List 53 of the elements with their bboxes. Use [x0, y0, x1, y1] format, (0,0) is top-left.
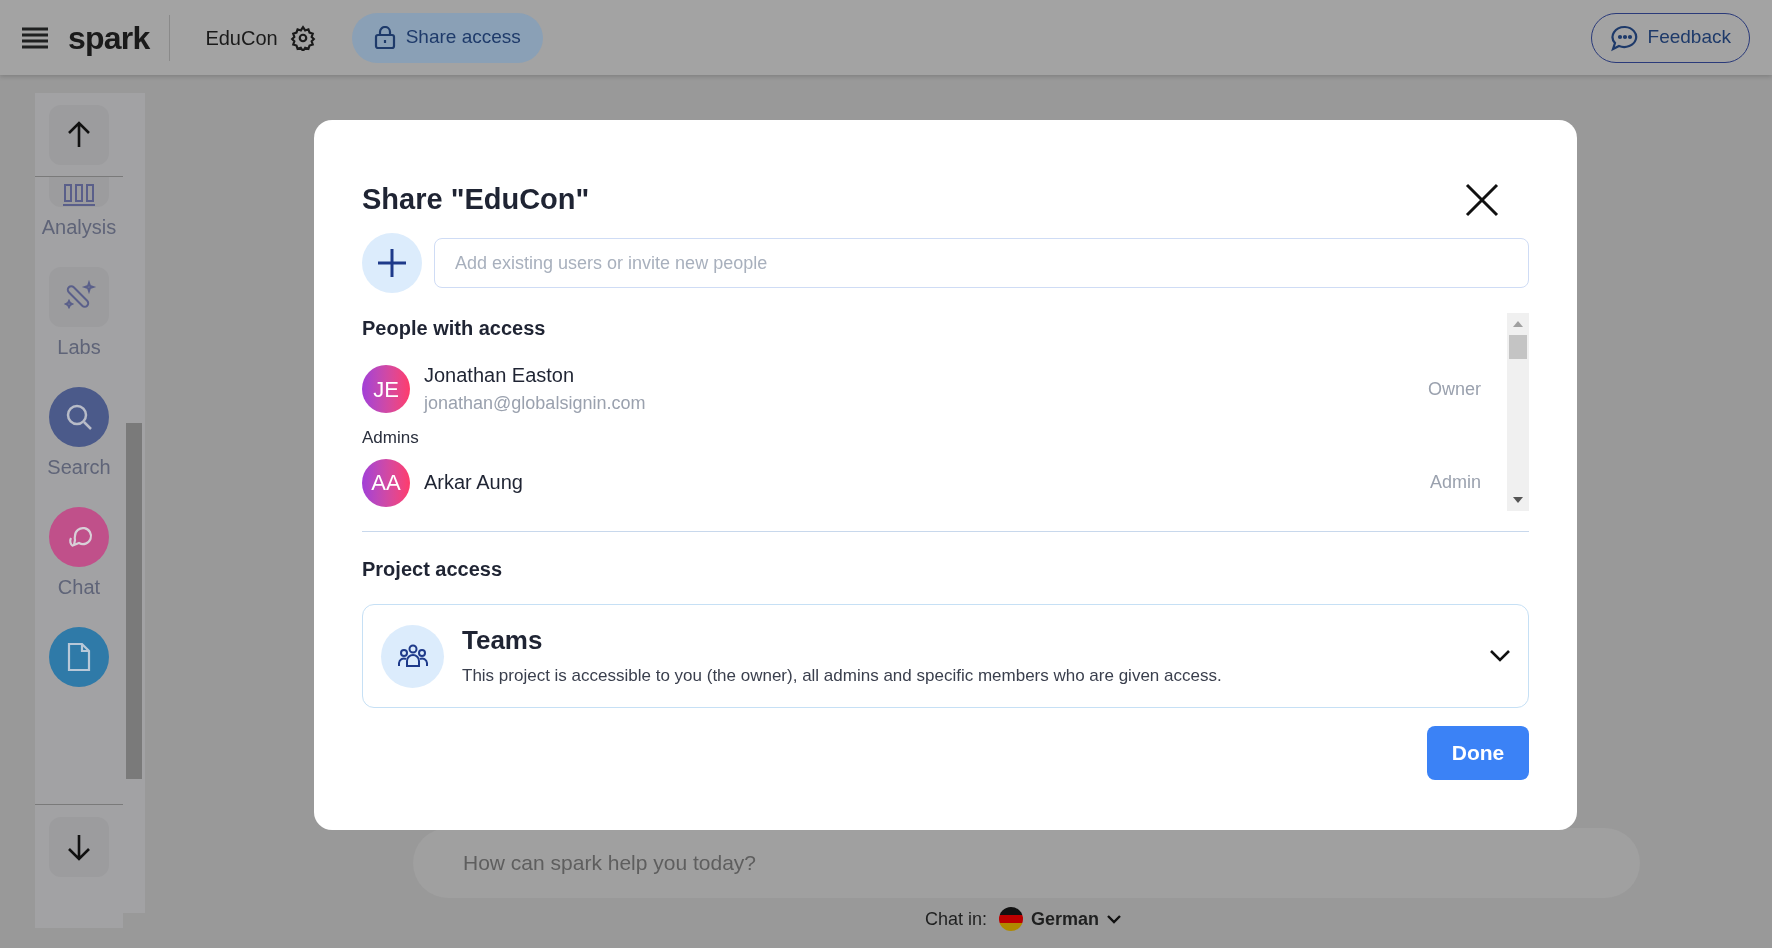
- document-icon: [66, 641, 92, 673]
- project-name: EduCon: [205, 25, 278, 51]
- group-label: Admins: [362, 427, 420, 449]
- close-icon[interactable]: [1465, 183, 1499, 217]
- share-access-button[interactable]: Share access: [351, 12, 543, 63]
- done-button[interactable]: Done: [1427, 726, 1529, 780]
- sidebar-tile[interactable]: [49, 267, 109, 327]
- invite-field[interactable]: Add existing users or invite new people: [434, 238, 1529, 288]
- role-label: Admin: [1429, 471, 1481, 494]
- people-group-icon: [397, 644, 428, 668]
- person-name: Jonathan Easton: [424, 363, 576, 389]
- section-heading: Project access: [362, 557, 504, 582]
- plus-icon: [377, 248, 407, 278]
- chevron-down-icon: [1490, 650, 1510, 662]
- scroll-up-arrow-icon[interactable]: [1513, 321, 1523, 327]
- person-name: Arkar Aung: [424, 470, 524, 495]
- scrollbar-thumb[interactable]: [126, 423, 142, 779]
- lock-icon: [373, 25, 396, 50]
- chevron-down-icon: [1107, 914, 1122, 924]
- language-selector[interactable]: German: [999, 905, 1122, 933]
- logo: spark: [68, 18, 150, 58]
- language-label: Chat in:: [925, 907, 988, 931]
- scrollbar-thumb[interactable]: [1509, 335, 1527, 359]
- bar-chart-icon: [62, 183, 96, 207]
- role-label: Owner: [1428, 377, 1481, 401]
- sidebar-label: Analysis: [41, 217, 117, 237]
- menu-icon[interactable]: [22, 25, 48, 50]
- sidebar-label: Labs: [57, 337, 101, 357]
- dialog-title: Share "EduCon": [362, 182, 590, 218]
- sidebar-tile[interactable]: [49, 177, 109, 207]
- chat-bubble-icon: [1609, 23, 1640, 52]
- search-icon: [64, 402, 94, 432]
- sidebar-circle-button[interactable]: [49, 507, 109, 567]
- list-scrollbar[interactable]: [1507, 313, 1529, 511]
- sidebar-circle-button[interactable]: [49, 627, 109, 687]
- sidebar-label: Search: [47, 457, 111, 477]
- sidebar-label: Chat: [57, 577, 101, 597]
- access-level-title: Teams: [462, 624, 544, 657]
- person-email: jonathan@globalsignin.com: [424, 392, 647, 415]
- access-level-description: This project is accessible to you (the owner), all admins and specific members who are given access.: [462, 664, 1223, 687]
- settings-icon[interactable]: [289, 24, 316, 51]
- access-level-dropdown[interactable]: Teams This project is accessible to you (the owner), all admins and specific members who are given access.: [362, 604, 1529, 708]
- avatar: JE: [362, 365, 410, 413]
- down-arrow-icon: [67, 832, 91, 861]
- scroll-down-arrow-icon[interactable]: [1513, 497, 1523, 503]
- scrollbar[interactable]: [123, 93, 145, 913]
- section-heading: People with access: [362, 316, 547, 341]
- add-button[interactable]: [362, 233, 422, 293]
- avatar: AA: [362, 458, 410, 507]
- chat-input[interactable]: How can spark help you today?: [413, 828, 1640, 898]
- up-arrow-icon: [67, 120, 91, 149]
- flag-icon: [999, 907, 1024, 931]
- sidebar-circle-button[interactable]: [49, 387, 109, 447]
